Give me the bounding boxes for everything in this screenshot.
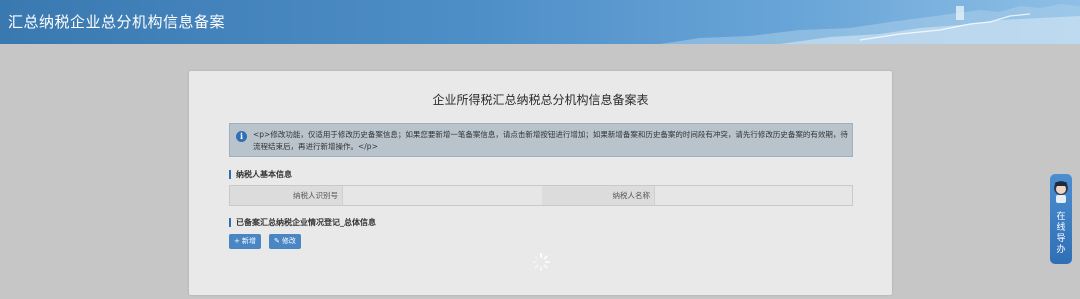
section-title-basic-info: 纳税人基本信息 [229,170,292,179]
online-guide-label: 在 线 导 办 [1050,212,1072,256]
online-guide-char: 导 [1056,234,1066,244]
app-header: 汇总纳税企业总分机构信息备案 [0,0,1080,44]
plus-icon: + [234,237,240,245]
great-wall-banner-icon [660,4,1080,44]
loading-spinner-icon [532,253,550,271]
online-guide-char: 在 [1056,212,1066,222]
add-button-label: 新增 [241,237,256,245]
taxpayer-name-label: 纳税人名称 [542,186,654,205]
notice-box: i <p>修改功能，仅适用于修改历史备案信息；如果您要新增一笔备案信息，请点击新… [229,123,853,157]
form-card: 企业所得税汇总纳税总分机构信息备案表 i <p>修改功能，仅适用于修改历史备案信… [189,71,892,295]
notice-text: <p>修改功能，仅适用于修改历史备案信息；如果您要新增一笔备案信息，请点击新增按… [253,130,848,151]
taxpayer-name-field[interactable] [654,186,852,205]
section-title-summary-info: 已备案汇总纳税企业情况登记_总体信息 [229,218,376,227]
taxpayer-id-label: 纳税人识别号 [230,186,342,205]
edit-button[interactable]: ✎ 修改 [269,234,301,249]
edit-button-label: 修改 [281,237,296,245]
basic-info-row: 纳税人识别号 纳税人名称 [229,185,853,206]
form-title: 企业所得税汇总纳税总分机构信息备案表 [432,93,649,107]
assistant-avatar-icon [1054,181,1068,203]
info-icon: i [236,131,247,142]
add-button[interactable]: + 新增 [229,234,261,249]
online-guide-char: 线 [1056,223,1066,233]
pencil-icon: ✎ [274,237,280,245]
page-title: 汇总纳税企业总分机构信息备案 [8,13,226,31]
online-guide-widget[interactable]: 在 线 导 办 [1050,174,1072,264]
taxpayer-id-field[interactable] [342,186,542,205]
online-guide-char: 办 [1056,245,1066,255]
